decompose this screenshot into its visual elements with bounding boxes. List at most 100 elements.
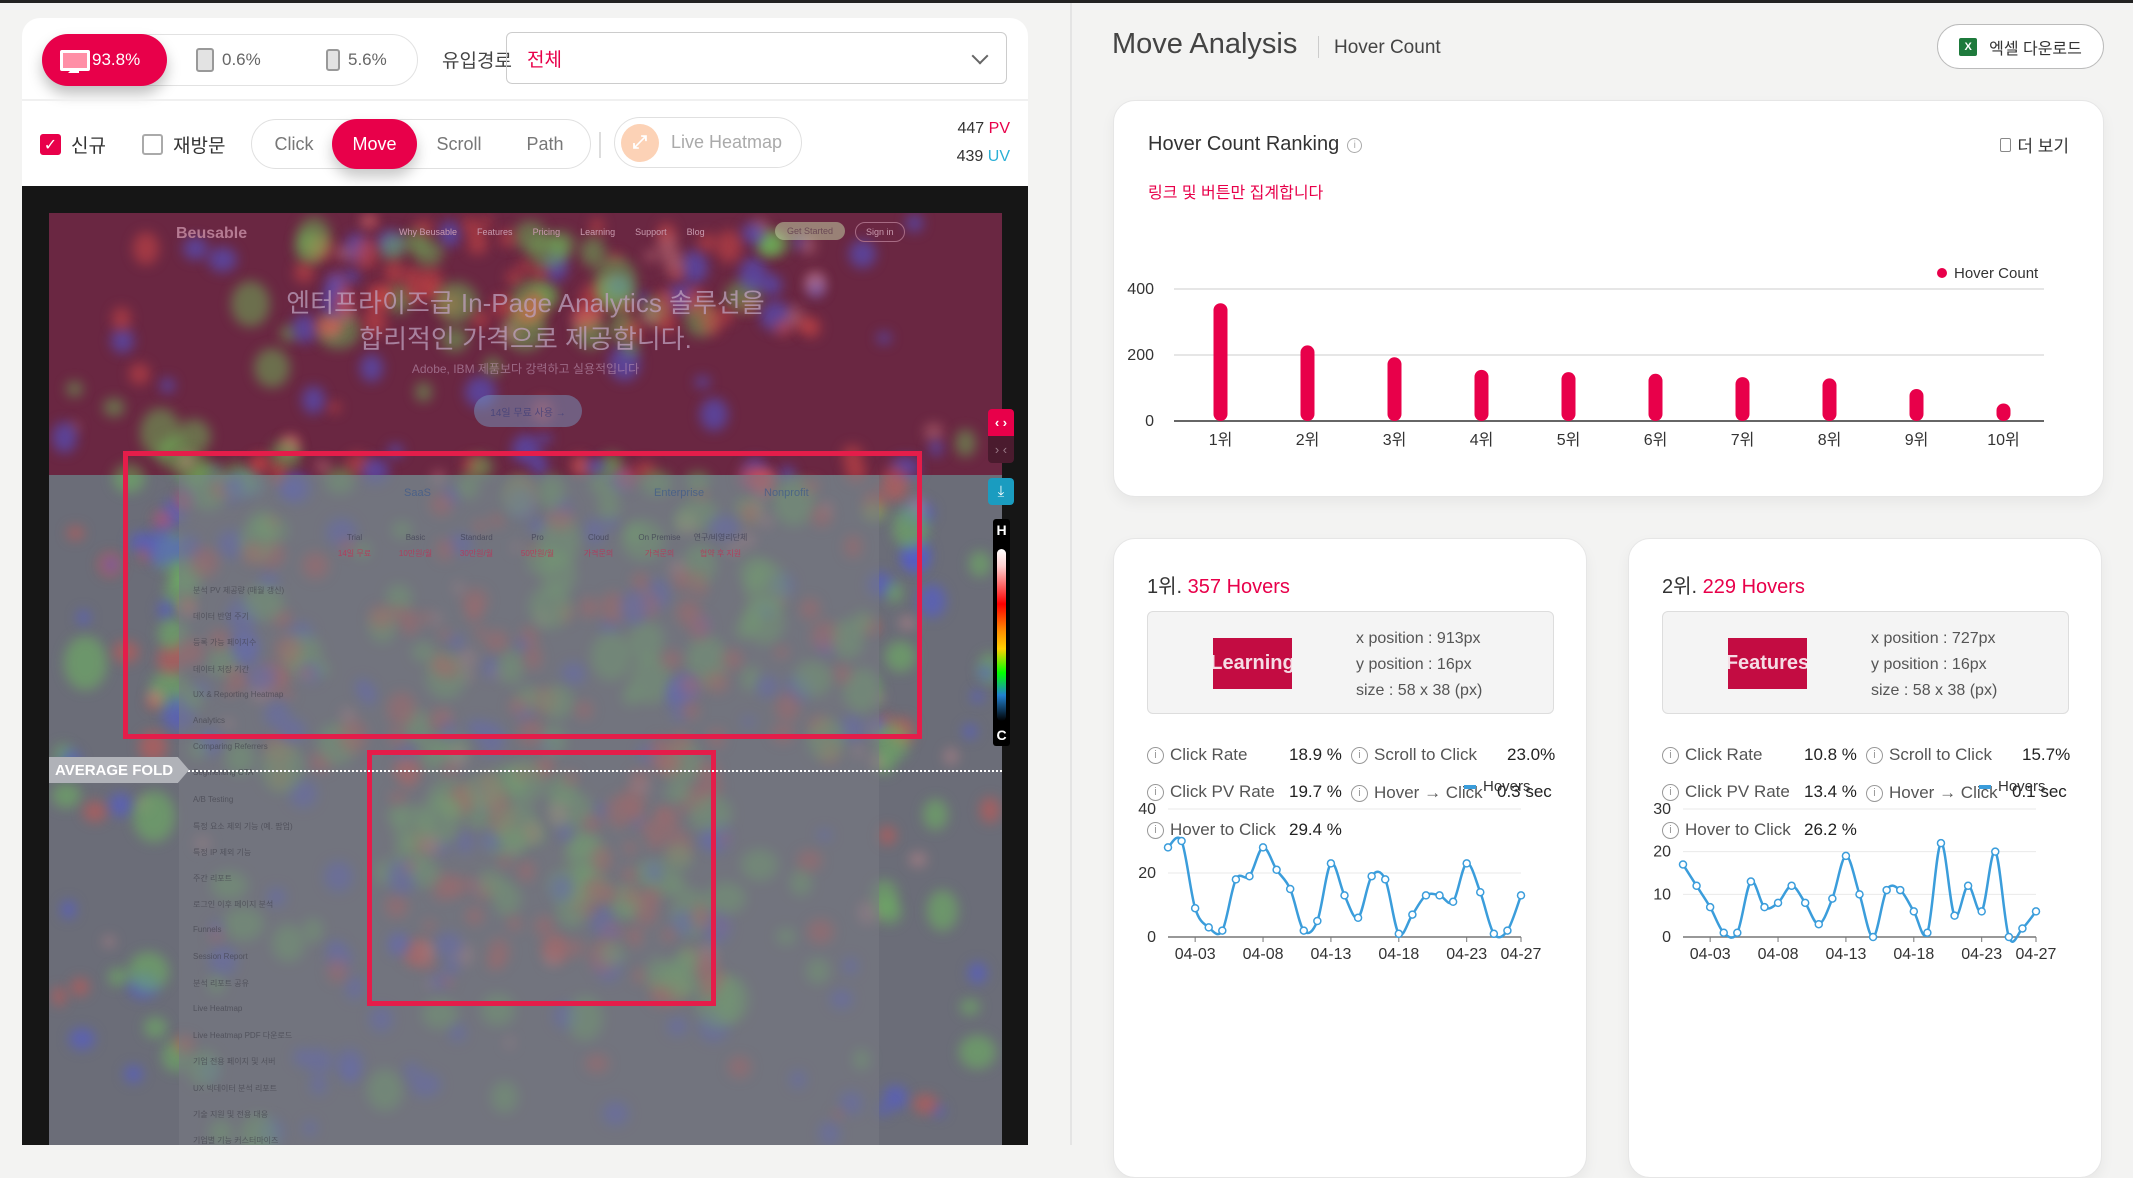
- filter-new-visitor[interactable]: ✓ 신규: [40, 131, 106, 158]
- x-tick-label: 6위: [1644, 431, 1668, 449]
- device-desktop-button[interactable]: 93.8%: [42, 34, 167, 86]
- page-title: Move Analysis: [1112, 28, 1298, 60]
- page-hero-button[interactable]: 14일 무료 사용 →: [474, 395, 582, 427]
- average-fold-label: AVERAGE FOLD: [49, 757, 190, 783]
- device-mobile-button[interactable]: 5.6%: [308, 34, 405, 86]
- data-point: [1285, 884, 1295, 894]
- data-point: [1760, 902, 1769, 912]
- x-tick-label: 1위: [1209, 431, 1233, 449]
- heat-spot: [913, 1094, 938, 1115]
- device-selector: 93.8% 0.6% 5.6%: [42, 34, 418, 86]
- heat-spot: [909, 852, 928, 868]
- expand-width-button[interactable]: ‹ ›: [988, 409, 1014, 436]
- detail-card-rank-1: 1위. 357 Hovers Learning x position : 913…: [1113, 538, 1587, 1178]
- heat-spot: [970, 689, 985, 703]
- bar: [1909, 388, 1924, 421]
- checkbox-checked-icon[interactable]: ✓: [40, 134, 61, 155]
- data-point: [1313, 916, 1322, 926]
- bar: [1474, 369, 1489, 421]
- x-tick-label: 3위: [1383, 431, 1407, 449]
- heat-spot: [960, 999, 980, 1015]
- y-tick-label: 40: [1138, 801, 1156, 818]
- page-sign-in[interactable]: Sign in: [855, 222, 905, 242]
- selection-box[interactable]: [123, 451, 922, 739]
- data-point: [1936, 838, 1946, 848]
- heat-spot: [359, 214, 376, 229]
- data-point: [1787, 881, 1796, 891]
- data-point: [1245, 871, 1254, 881]
- heat-spot: [66, 381, 84, 398]
- heatmap-viewport: Beusable Why Beusable Features Pricing L…: [22, 186, 1028, 1145]
- page-nav-item[interactable]: Features: [477, 227, 513, 237]
- page-get-started[interactable]: Get Started: [775, 222, 846, 240]
- page-nav-item[interactable]: Blog: [687, 227, 705, 237]
- x-tick-label: 04-23: [1961, 946, 2002, 963]
- heat-spot: [133, 791, 175, 842]
- x-tick-label: 7위: [1731, 431, 1755, 449]
- data-point: [1448, 897, 1458, 907]
- tab-scroll[interactable]: Scroll: [417, 119, 501, 169]
- data-point: [1353, 913, 1363, 923]
- page-nav-item[interactable]: Why Beusable: [399, 227, 457, 237]
- excel-icon: X: [1959, 37, 1978, 56]
- data-point: [1258, 843, 1268, 852]
- collapse-width-button[interactable]: › ‹: [988, 436, 1014, 463]
- ranking-card: Hover Count Ranking i 더 보기 링크 및 버튼만 집계합니다…: [1113, 100, 2104, 497]
- heat-spot: [293, 261, 314, 284]
- data-point: [2031, 907, 2041, 916]
- excel-download-button[interactable]: X 엑셀 다운로드: [1937, 24, 2104, 69]
- heat-spot: [849, 239, 877, 269]
- page-nav-item[interactable]: Pricing: [533, 227, 561, 237]
- filter-new-label: 신규: [71, 136, 106, 157]
- data-point: [1476, 887, 1485, 897]
- heat-spot: [967, 962, 988, 984]
- selection-box[interactable]: [367, 750, 716, 1006]
- download-icon[interactable]: ⤓: [988, 478, 1014, 505]
- heat-spot: [979, 797, 1001, 823]
- heat-spot: [67, 525, 84, 540]
- toolbar-separator: [599, 132, 601, 158]
- tablet-share: 0.6%: [222, 50, 261, 69]
- data-point: [1991, 847, 2000, 856]
- bar: [1996, 403, 2011, 421]
- x-tick-label: 4위: [1470, 431, 1494, 449]
- legend-label: Hovers: [1483, 778, 1531, 795]
- referrer-select[interactable]: 전체: [506, 32, 1007, 84]
- filter-returning-visitor[interactable]: 재방문: [142, 131, 225, 158]
- panel-divider[interactable]: [1070, 3, 1072, 1145]
- heatmap-page[interactable]: Beusable Why Beusable Features Pricing L…: [49, 213, 1002, 1145]
- heat-spot: [977, 664, 994, 681]
- heat-spot: [207, 247, 237, 272]
- y-tick-label: 0: [1145, 413, 1154, 430]
- y-tick-label: 200: [1127, 347, 1154, 364]
- page-nav-item[interactable]: Support: [635, 227, 667, 237]
- data-point: [1231, 875, 1241, 884]
- heat-spot: [133, 232, 159, 265]
- page-nav: Why Beusable Features Pricing Learning S…: [399, 227, 705, 237]
- referrer-label: 유입경로: [442, 51, 512, 72]
- legend-label: Hovers: [1998, 778, 2046, 795]
- data-point: [1177, 836, 1186, 846]
- data-point: [1218, 926, 1227, 935]
- y-tick-label: 0: [1147, 929, 1156, 946]
- tab-click[interactable]: Click: [252, 119, 336, 169]
- checkbox-unchecked-icon[interactable]: [142, 134, 163, 155]
- heatmap-toolbar: 93.8% 0.6% 5.6% 유입경로 전체 ✓ 신규 재방문 Click M…: [22, 18, 1028, 186]
- data-point: [1977, 907, 1986, 916]
- pv-unit: PV: [988, 120, 1010, 137]
- live-heatmap-button[interactable]: ⤢ Live Heatmap: [614, 117, 802, 168]
- tab-move[interactable]: Move: [332, 119, 417, 169]
- data-point: [1326, 859, 1336, 868]
- toolbar-divider: [22, 99, 1028, 101]
- y-tick-label: 20: [1653, 844, 1671, 861]
- device-tablet-button[interactable]: 0.6%: [178, 34, 279, 86]
- data-point: [1773, 898, 1783, 908]
- page-nav-item[interactable]: Learning: [580, 227, 615, 237]
- heat-spot: [302, 385, 325, 415]
- data-point: [1855, 890, 1864, 899]
- tab-path[interactable]: Path: [501, 119, 589, 169]
- table-row-label: 로그인 이후 페이지 분석: [193, 900, 274, 910]
- heat-spot: [643, 249, 659, 263]
- data-point: [1489, 929, 1499, 939]
- data-point: [1828, 894, 1837, 903]
